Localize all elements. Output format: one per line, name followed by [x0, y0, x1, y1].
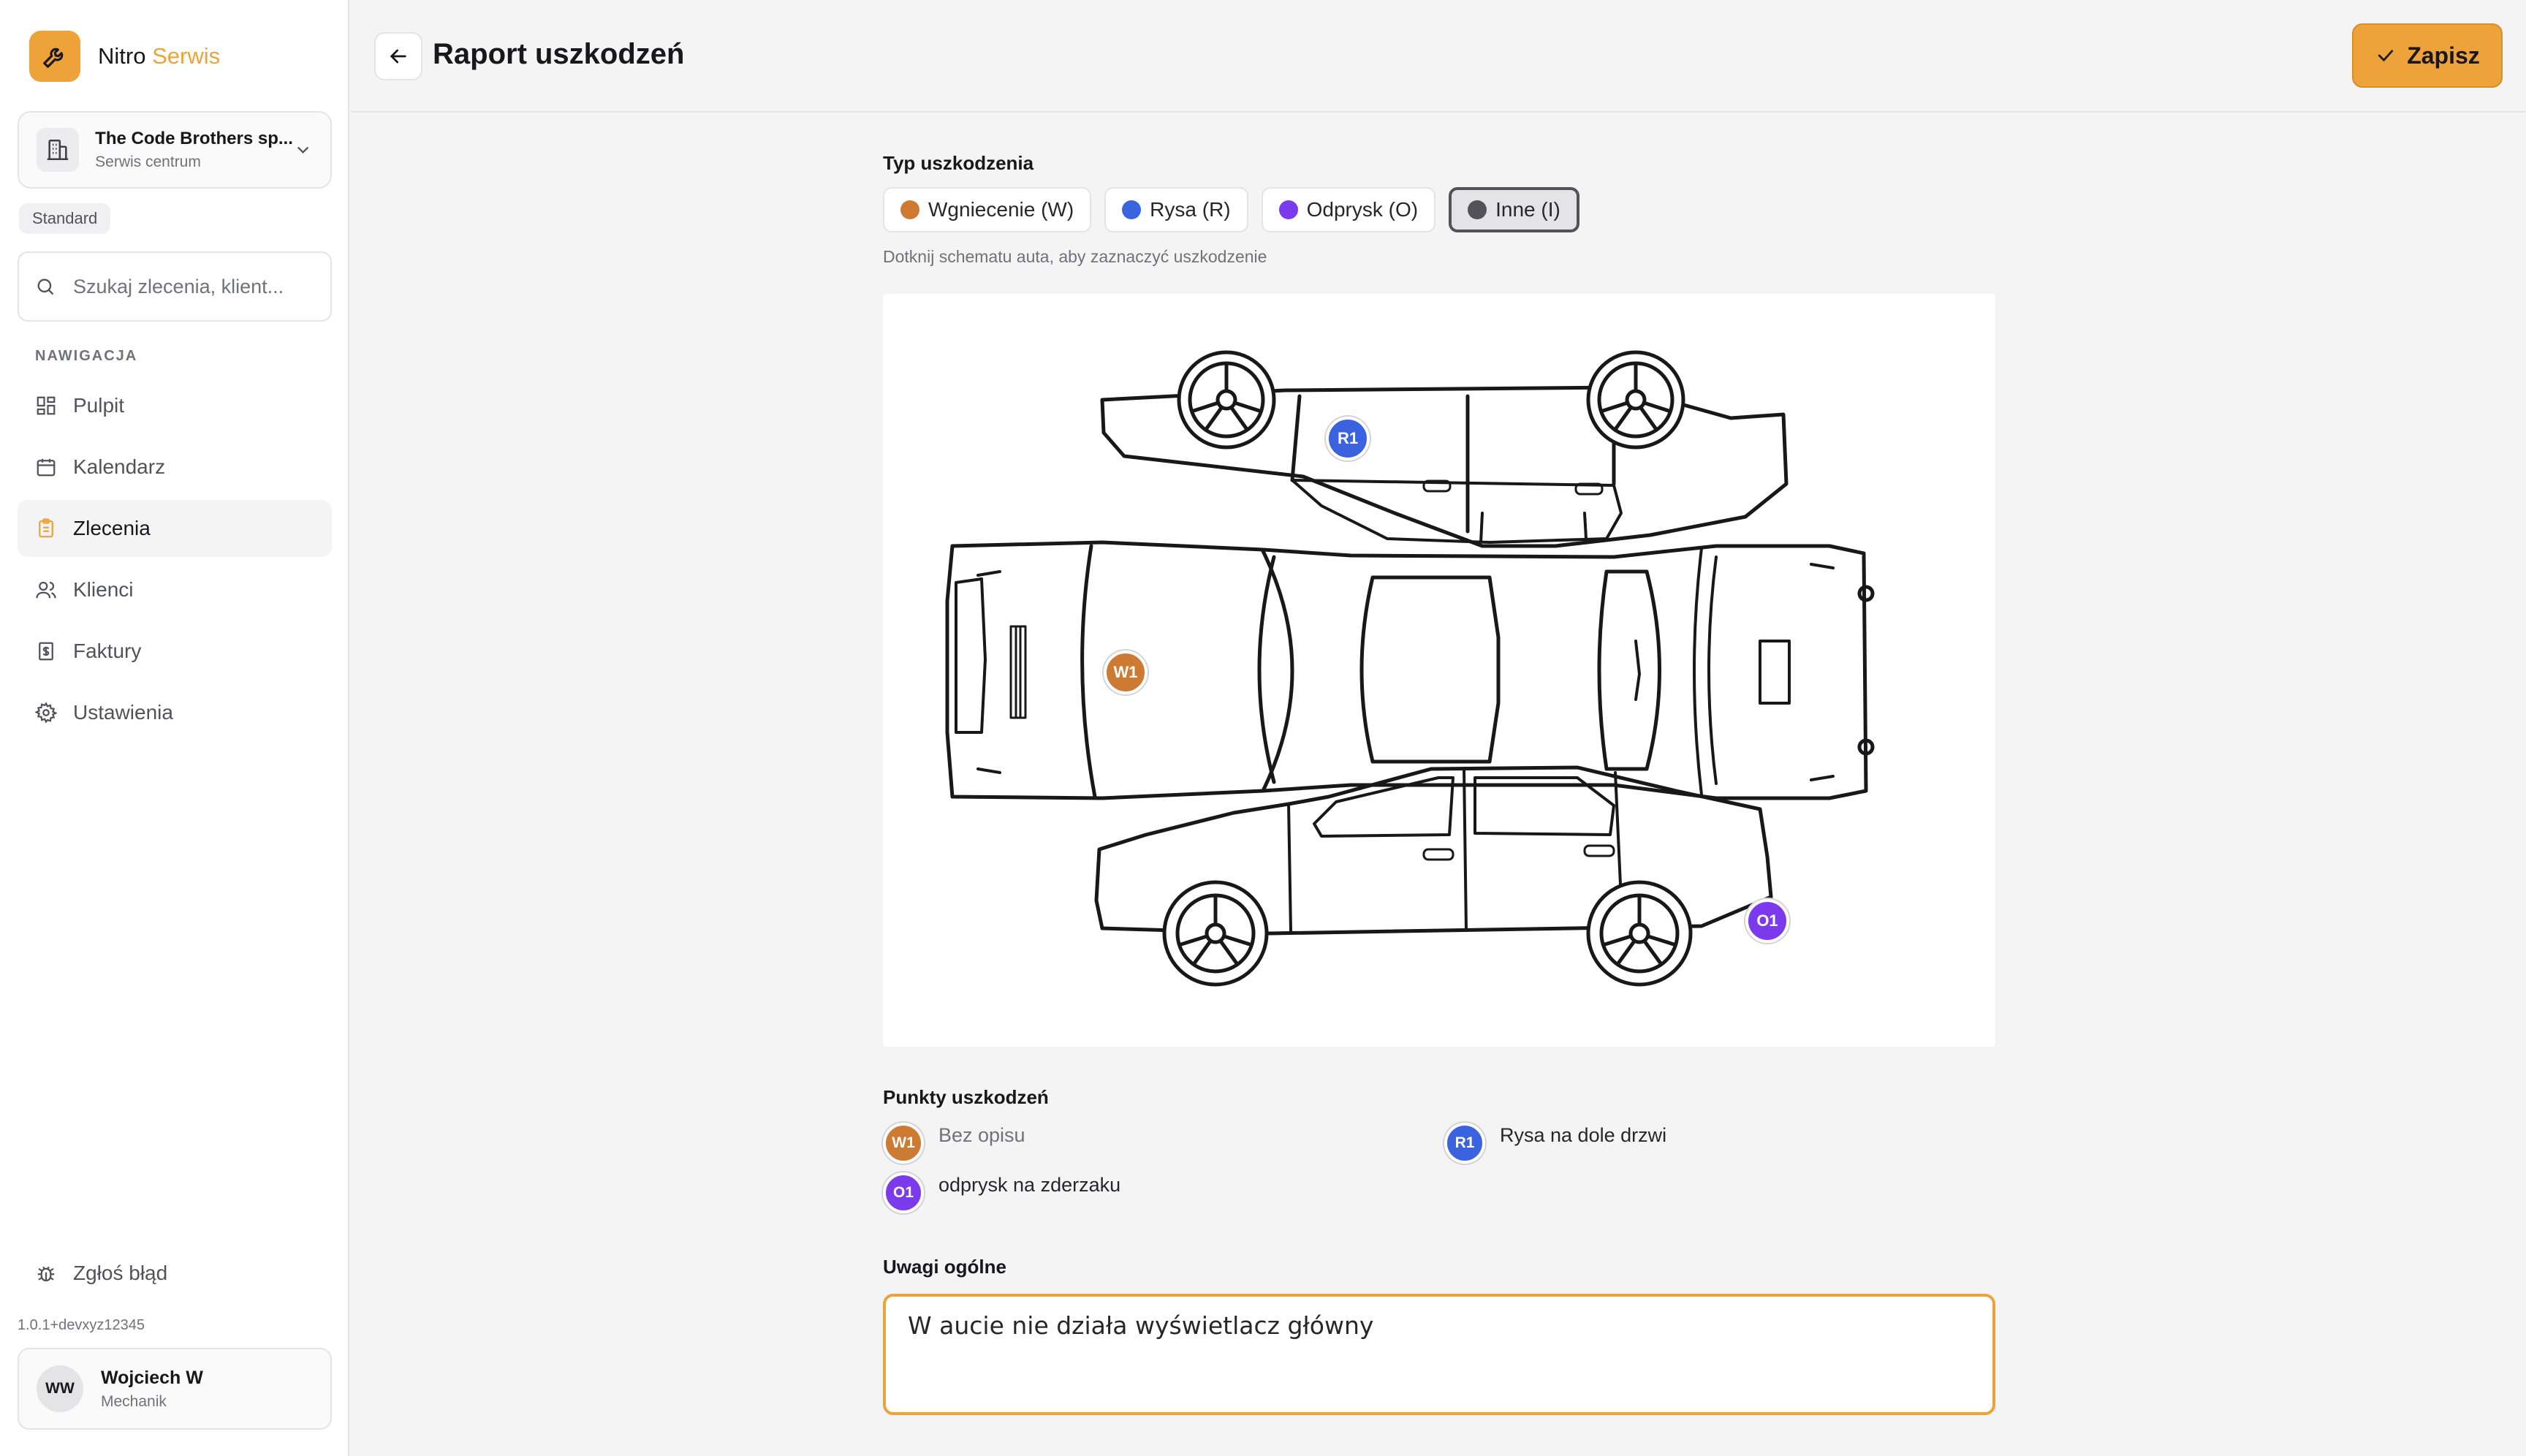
app-version: 1.0.1+devxyz12345 — [18, 1317, 145, 1333]
car-side-top — [1100, 350, 1789, 548]
sidebar-item-faktury[interactable]: Faktury — [18, 623, 332, 680]
car-damage-diagram[interactable]: W1 R1 O1 — [883, 294, 1995, 1047]
check-icon — [2375, 45, 2397, 67]
sidebar-nav: Pulpit Kalendarz Zlecenia Klienci Faktur… — [18, 377, 332, 746]
list-item[interactable]: O1 odprysk na zderzaku — [883, 1172, 1120, 1213]
damage-points-label: Punkty uszkodzeń — [883, 1086, 1049, 1108]
damage-type-label: Inne (I) — [1495, 198, 1560, 221]
users-icon — [35, 579, 57, 601]
damage-type-other[interactable]: Inne (I) — [1449, 187, 1579, 232]
sidebar-item-label: Ustawienia — [73, 701, 173, 724]
sidebar-item-ustawienia[interactable]: Ustawienia — [18, 684, 332, 741]
damage-type-label: Typ uszkodzenia — [883, 152, 1034, 174]
save-button-label: Zapisz — [2407, 42, 2480, 69]
damage-type-scratch[interactable]: Rysa (R) — [1104, 187, 1248, 232]
search-icon — [37, 278, 54, 295]
workspace-switcher[interactable]: The Code Brothers sp... Serwis centrum — [18, 111, 332, 189]
damage-type-dent[interactable]: Wgniecenie (W) — [883, 187, 1092, 232]
sidebar-item-label: Faktury — [73, 640, 142, 662]
user-role: Mechanik — [101, 1392, 167, 1410]
damage-type-selector: Wgniecenie (W) Rysa (R) Odprysk (O) Inne… — [883, 187, 1593, 232]
report-bug-link[interactable]: Zgłoś błąd — [35, 1262, 167, 1285]
dot-icon — [1468, 200, 1487, 219]
user-name: Wojciech W — [101, 1367, 203, 1388]
car-top-view — [945, 540, 1875, 800]
wrench-icon — [29, 31, 80, 82]
car-side-bottom — [1094, 765, 1773, 987]
damage-marker-w1: W1 — [883, 1123, 924, 1164]
diagram-hint: Dotknij schematu auta, aby zaznaczyć usz… — [883, 247, 1267, 266]
sidebar-item-label: Pulpit — [73, 394, 125, 417]
sidebar-item-label: Kalendarz — [73, 455, 166, 478]
car-schematic — [945, 350, 1875, 987]
damage-point-description: odprysk na zderzaku — [938, 1174, 1121, 1196]
building-icon — [37, 128, 80, 172]
damage-point-description: Bez opisu — [938, 1124, 1025, 1146]
damage-point-description: Rysa na dole drzwi — [1500, 1124, 1667, 1146]
sidebar: Nitro Serwis The Code Brothers sp... Ser… — [0, 0, 349, 1456]
arrow-left-icon — [390, 49, 406, 64]
dot-icon — [1122, 200, 1142, 219]
sidebar-item-label: Zlecenia — [73, 517, 151, 539]
dot-icon — [1278, 200, 1298, 219]
damage-type-label: Rysa (R) — [1150, 198, 1231, 221]
sidebar-item-zlecenia[interactable]: Zlecenia — [18, 500, 332, 557]
avatar: WW — [37, 1365, 83, 1412]
sidebar-item-label: Klienci — [73, 578, 134, 601]
damage-type-label: Wgniecenie (W) — [928, 198, 1074, 221]
invoice-icon — [35, 640, 57, 662]
gear-icon — [35, 702, 57, 724]
brand-accent: Serwis — [152, 43, 221, 69]
save-button[interactable]: Zapisz — [2352, 23, 2503, 88]
bug-icon — [35, 1262, 57, 1284]
dot-icon — [900, 200, 919, 219]
damage-type-label: Odprysk (O) — [1306, 198, 1419, 221]
report-bug-label: Zgłoś błąd — [73, 1262, 168, 1284]
damage-marker-r1: R1 — [1444, 1123, 1485, 1164]
workspace-name: The Code Brothers sp... — [95, 129, 293, 148]
brand-name: Nitro — [98, 43, 146, 69]
list-item[interactable]: R1 Rysa na dole drzwi — [1444, 1123, 1666, 1164]
workspace-subtitle: Serwis centrum — [95, 153, 201, 170]
damage-marker-o1[interactable]: O1 — [1745, 899, 1789, 943]
list-item[interactable]: W1 Bez opisu — [883, 1123, 1025, 1164]
damage-marker-w1[interactable]: W1 — [1104, 651, 1148, 694]
clipboard-icon — [35, 517, 57, 539]
chevron-down-icon — [297, 146, 309, 153]
search-input[interactable] — [73, 275, 314, 298]
calendar-icon — [35, 456, 57, 478]
page-title: Raport uszkodzeń — [433, 38, 685, 70]
page-header: Raport uszkodzeń Zapisz — [351, 0, 2526, 113]
sidebar-item-kalendarz[interactable]: Kalendarz — [18, 439, 332, 496]
general-notes-input[interactable]: W aucie nie działa wyświetlacz główny — [883, 1294, 1995, 1415]
general-notes-label: Uwagi ogólne — [883, 1256, 1006, 1278]
damage-marker-o1: O1 — [883, 1172, 924, 1213]
brand[interactable]: Nitro Serwis — [29, 31, 220, 82]
damage-type-chip[interactable]: Odprysk (O) — [1261, 187, 1436, 232]
damage-marker-r1[interactable]: R1 — [1326, 417, 1370, 460]
user-card[interactable]: WW Wojciech W Mechanik — [18, 1348, 332, 1430]
sidebar-item-klienci[interactable]: Klienci — [18, 561, 332, 618]
sidebar-item-pulpit[interactable]: Pulpit — [18, 377, 332, 434]
dashboard-icon — [35, 395, 57, 417]
back-button[interactable] — [374, 32, 422, 80]
search-box[interactable] — [18, 251, 332, 322]
nav-section-label: NAWIGACJA — [35, 348, 138, 364]
plan-badge: Standard — [19, 203, 111, 234]
